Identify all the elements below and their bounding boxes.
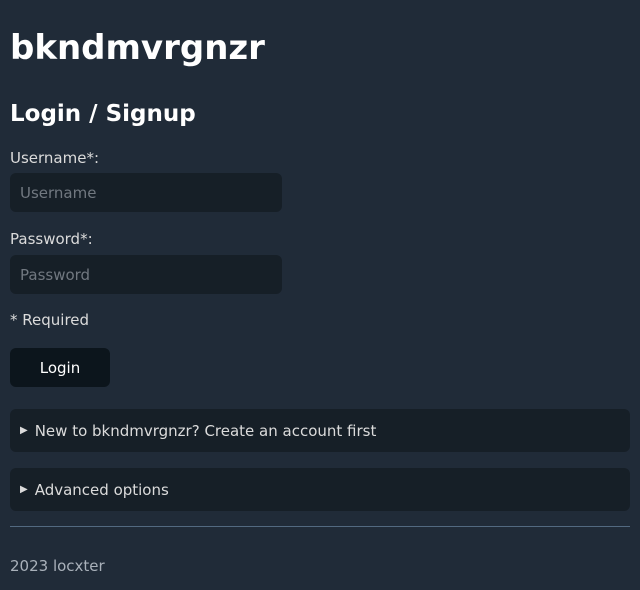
triangle-right-icon: ▶ bbox=[20, 425, 28, 436]
footer-text: 2023 locxter bbox=[10, 557, 105, 575]
required-note: * Required bbox=[10, 311, 90, 329]
page-title: Login / Signup bbox=[10, 101, 196, 127]
login-page: bkndmvrgnzr Login / Signup Username*: Pa… bbox=[0, 0, 640, 590]
footer-divider bbox=[10, 526, 630, 527]
app-title: bkndmvrgnzr bbox=[10, 28, 265, 68]
username-input[interactable] bbox=[10, 173, 282, 212]
login-button[interactable]: Login bbox=[10, 348, 110, 387]
create-account-details[interactable]: ▶ New to bkndmvrgnzr? Create an account … bbox=[10, 409, 630, 452]
triangle-right-icon: ▶ bbox=[20, 484, 28, 495]
advanced-options-details[interactable]: ▶ Advanced options bbox=[10, 468, 630, 511]
create-account-summary: New to bkndmvrgnzr? Create an account fi… bbox=[34, 421, 377, 440]
advanced-options-summary: Advanced options bbox=[34, 480, 169, 499]
username-label: Username*: bbox=[10, 149, 100, 167]
password-label: Password*: bbox=[10, 230, 93, 248]
password-input[interactable] bbox=[10, 255, 282, 294]
